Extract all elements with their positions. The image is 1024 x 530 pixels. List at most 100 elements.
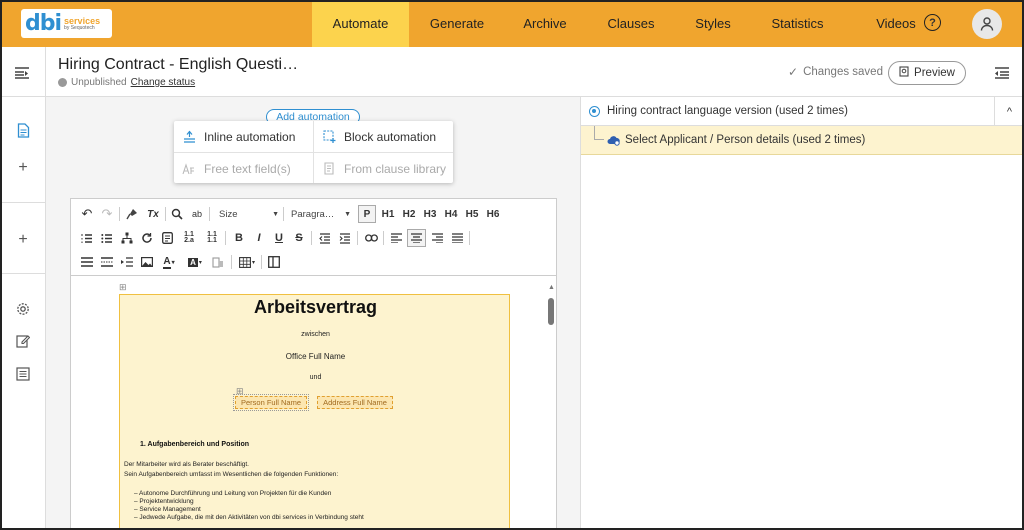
radio-icon[interactable]: [589, 106, 600, 117]
menu-collapse-icon[interactable]: [14, 66, 30, 84]
inline-automation-option[interactable]: Inline automation: [174, 121, 313, 152]
numbered-list-icon[interactable]: [79, 229, 95, 247]
free-text-option[interactable]: Free text field(s): [174, 153, 313, 184]
panel-empty-area: [581, 155, 1024, 530]
outline-item-applicant[interactable]: Select Applicant / Person details (used …: [581, 126, 1024, 155]
template-icon[interactable]: [159, 229, 175, 247]
align-center-icon[interactable]: [407, 229, 426, 247]
numbering-icon[interactable]: 1.1 2.a: [181, 229, 197, 247]
tab-archive[interactable]: Archive: [505, 0, 585, 47]
tab-styles[interactable]: Styles: [677, 0, 749, 47]
hierarchy-icon[interactable]: [119, 229, 135, 247]
scrollbar-thumb[interactable]: [548, 298, 554, 325]
plus-icon[interactable]: +: [14, 159, 32, 177]
page-break-icon[interactable]: [99, 253, 115, 271]
automation-outline-panel: Hiring contract language version (used 2…: [581, 97, 1024, 530]
italic-button[interactable]: I: [251, 229, 267, 247]
chevron-down-icon: ▼: [344, 210, 351, 218]
source-view-icon[interactable]: [266, 253, 282, 271]
heading-h3-button[interactable]: H3: [421, 205, 439, 223]
heading-h6-button[interactable]: H6: [484, 205, 502, 223]
tab-videos[interactable]: Videos: [866, 0, 926, 47]
divider: [119, 207, 120, 221]
document-canvas[interactable]: ⊞ ▲ Arbeitsvertrag zwischen Office Full …: [70, 276, 557, 530]
tab-generate[interactable]: Generate: [409, 0, 505, 47]
strikethrough-button[interactable]: S: [291, 229, 307, 247]
clause-library-option[interactable]: From clause library: [314, 153, 453, 184]
redo-icon[interactable]: ↷: [99, 205, 115, 223]
align-right-icon[interactable]: [429, 229, 445, 247]
clear-style-icon[interactable]: [210, 253, 226, 271]
refresh-icon[interactable]: [139, 229, 155, 247]
person-name-field[interactable]: Person Full Name: [233, 394, 309, 411]
logo[interactable]: dbi services by Sequotech: [21, 9, 112, 38]
link-icon[interactable]: [363, 229, 379, 247]
block-automation-option[interactable]: Block automation: [314, 121, 453, 152]
edit-icon[interactable]: [14, 332, 32, 350]
heading-h5-button[interactable]: H5: [463, 205, 481, 223]
page-title: Hiring Contract - English Questi…: [58, 56, 299, 73]
list-icon[interactable]: [14, 365, 32, 383]
user-icon: [980, 17, 994, 31]
chevron-down-icon: ▼: [272, 210, 279, 218]
list-item: – Service Management: [134, 506, 201, 513]
preview-icon: [899, 66, 909, 80]
status-text: Unpublished: [71, 77, 127, 88]
scroll-up-icon[interactable]: ▲: [548, 284, 555, 291]
search-icon[interactable]: [169, 205, 185, 223]
check-icon: ✓: [788, 65, 799, 79]
table-icon[interactable]: ▾: [237, 253, 257, 271]
logo-mark: dbi: [25, 10, 62, 36]
horizontal-rule-icon[interactable]: [79, 253, 95, 271]
avatar[interactable]: [972, 9, 1002, 39]
block-anchor-icon[interactable]: ⊞: [119, 282, 127, 293]
highlight-color-icon[interactable]: A ▾: [185, 253, 205, 271]
address-name-field[interactable]: Address Full Name: [317, 396, 393, 409]
clear-format-icon[interactable]: Tx: [145, 205, 161, 223]
heading-h2-button[interactable]: H2: [400, 205, 418, 223]
text-field-icon: [182, 162, 196, 176]
editor-toolbar: ↶ ↷ Tx ab Size ▼ Paragra… ▼ P H1 H2 H3 H4 …: [70, 198, 557, 276]
collapse-icon[interactable]: ^: [994, 97, 1024, 126]
help-icon[interactable]: ?: [924, 14, 941, 31]
divider: [209, 207, 210, 221]
outline-item-label: Hiring contract language version (used 2…: [607, 105, 848, 117]
indent-arrow-icon[interactable]: [119, 253, 135, 271]
paragraph-dropdown[interactable]: Paragra… ▼: [291, 205, 351, 223]
tab-clauses[interactable]: Clauses: [585, 0, 677, 47]
outline-toggle-icon[interactable]: [994, 66, 1010, 84]
undo-icon[interactable]: ↶: [79, 205, 95, 223]
heading-p-button[interactable]: P: [358, 205, 376, 223]
divider: [0, 273, 46, 274]
document-page[interactable]: Arbeitsvertrag zwischen Office Full Name…: [119, 294, 510, 529]
outline-item-language[interactable]: Hiring contract language version (used 2…: [581, 97, 1024, 126]
justify-icon[interactable]: [449, 229, 465, 247]
heading-h4-button[interactable]: H4: [442, 205, 460, 223]
list-item: – Jedwede Aufgabe, die mit den Aktivität…: [134, 514, 364, 521]
underline-button[interactable]: U: [271, 229, 287, 247]
change-status-link[interactable]: Change status: [131, 77, 196, 88]
editor-area: Add automation Inline automation Block a…: [46, 97, 581, 530]
find-replace-icon[interactable]: ab: [189, 205, 205, 223]
list-item: – Autonome Durchführung und Leitung von …: [134, 490, 332, 497]
outdent-icon[interactable]: [317, 229, 333, 247]
font-color-icon[interactable]: A ▾: [159, 253, 179, 271]
preview-button[interactable]: Preview: [888, 61, 966, 85]
align-left-icon[interactable]: [388, 229, 404, 247]
numbering-alt-icon[interactable]: 1.1 1.1: [204, 229, 220, 247]
automation-menu: Inline automation Block automation Free …: [174, 121, 453, 183]
bold-button[interactable]: B: [231, 229, 247, 247]
inline-automation-icon: [182, 130, 196, 144]
image-icon[interactable]: [139, 253, 155, 271]
format-painter-icon[interactable]: [124, 205, 140, 223]
size-dropdown[interactable]: Size ▼: [219, 205, 279, 223]
tree-connector: [594, 126, 604, 140]
bullet-list-icon[interactable]: [99, 229, 115, 247]
indent-icon[interactable]: [337, 229, 353, 247]
plus-icon[interactable]: +: [14, 231, 32, 249]
tab-statistics[interactable]: Statistics: [749, 0, 846, 47]
document-icon[interactable]: [14, 121, 32, 139]
heading-h1-button[interactable]: H1: [379, 205, 397, 223]
tab-automate[interactable]: Automate: [312, 0, 409, 47]
gear-icon[interactable]: [14, 300, 32, 318]
